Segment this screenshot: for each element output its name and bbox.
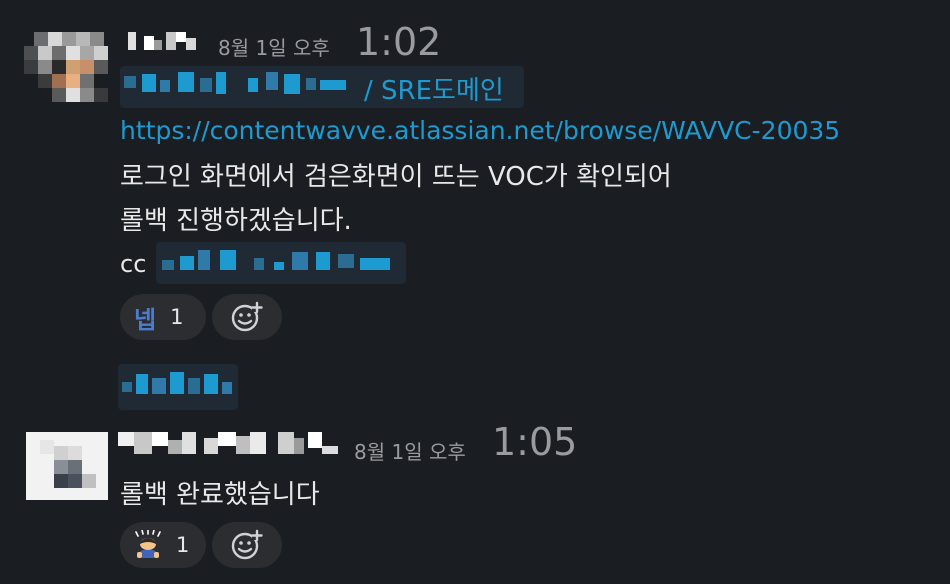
redacted-mention[interactable] [118,364,238,410]
message-date[interactable]: 8월 1일 오후 [218,32,330,61]
add-reaction-button[interactable] [212,522,282,568]
add-emoji-icon [231,301,263,332]
message-time[interactable]: 1:02 [356,20,441,64]
add-reaction-button[interactable] [212,294,282,340]
avatar[interactable] [24,32,110,102]
avatar-image [24,32,110,102]
message-line-1: 로그인 화면에서 검은화면이 뜨는 VOC가 확인되어 [120,162,672,192]
reaction-neb[interactable]: 넵 1 [120,294,206,340]
message-line-1: 롤백 완료했습니다 [120,480,320,510]
redacted-mention-pixels [122,372,232,394]
mention-team[interactable]: / SRE도메인 [364,70,504,107]
jira-link[interactable]: https://contentwavve.atlassian.net/brows… [120,116,840,145]
message-time[interactable]: 1:05 [492,420,577,464]
avatar-image [26,432,108,500]
person-bowing-emoji-icon [135,530,161,558]
reaction-bowing[interactable]: 1 [120,522,206,568]
message-date[interactable]: 8월 1일 오후 [354,436,466,465]
cc-mention-redacted [162,250,390,270]
username-redacted[interactable] [118,432,340,454]
neb-emoji: 넵 [134,305,157,334]
cc-mention[interactable] [156,242,406,284]
add-emoji-icon [231,529,263,560]
reaction-count: 1 [176,533,190,557]
message-line-2: 롤백 진행하겠습니다. [120,206,352,236]
cc-label: cc [120,250,147,278]
reaction-count: 1 [170,305,184,329]
mention-block[interactable]: / SRE도메인 [120,66,524,108]
mention-redacted [124,72,346,94]
username-redacted[interactable] [128,32,198,54]
avatar[interactable] [26,432,108,500]
